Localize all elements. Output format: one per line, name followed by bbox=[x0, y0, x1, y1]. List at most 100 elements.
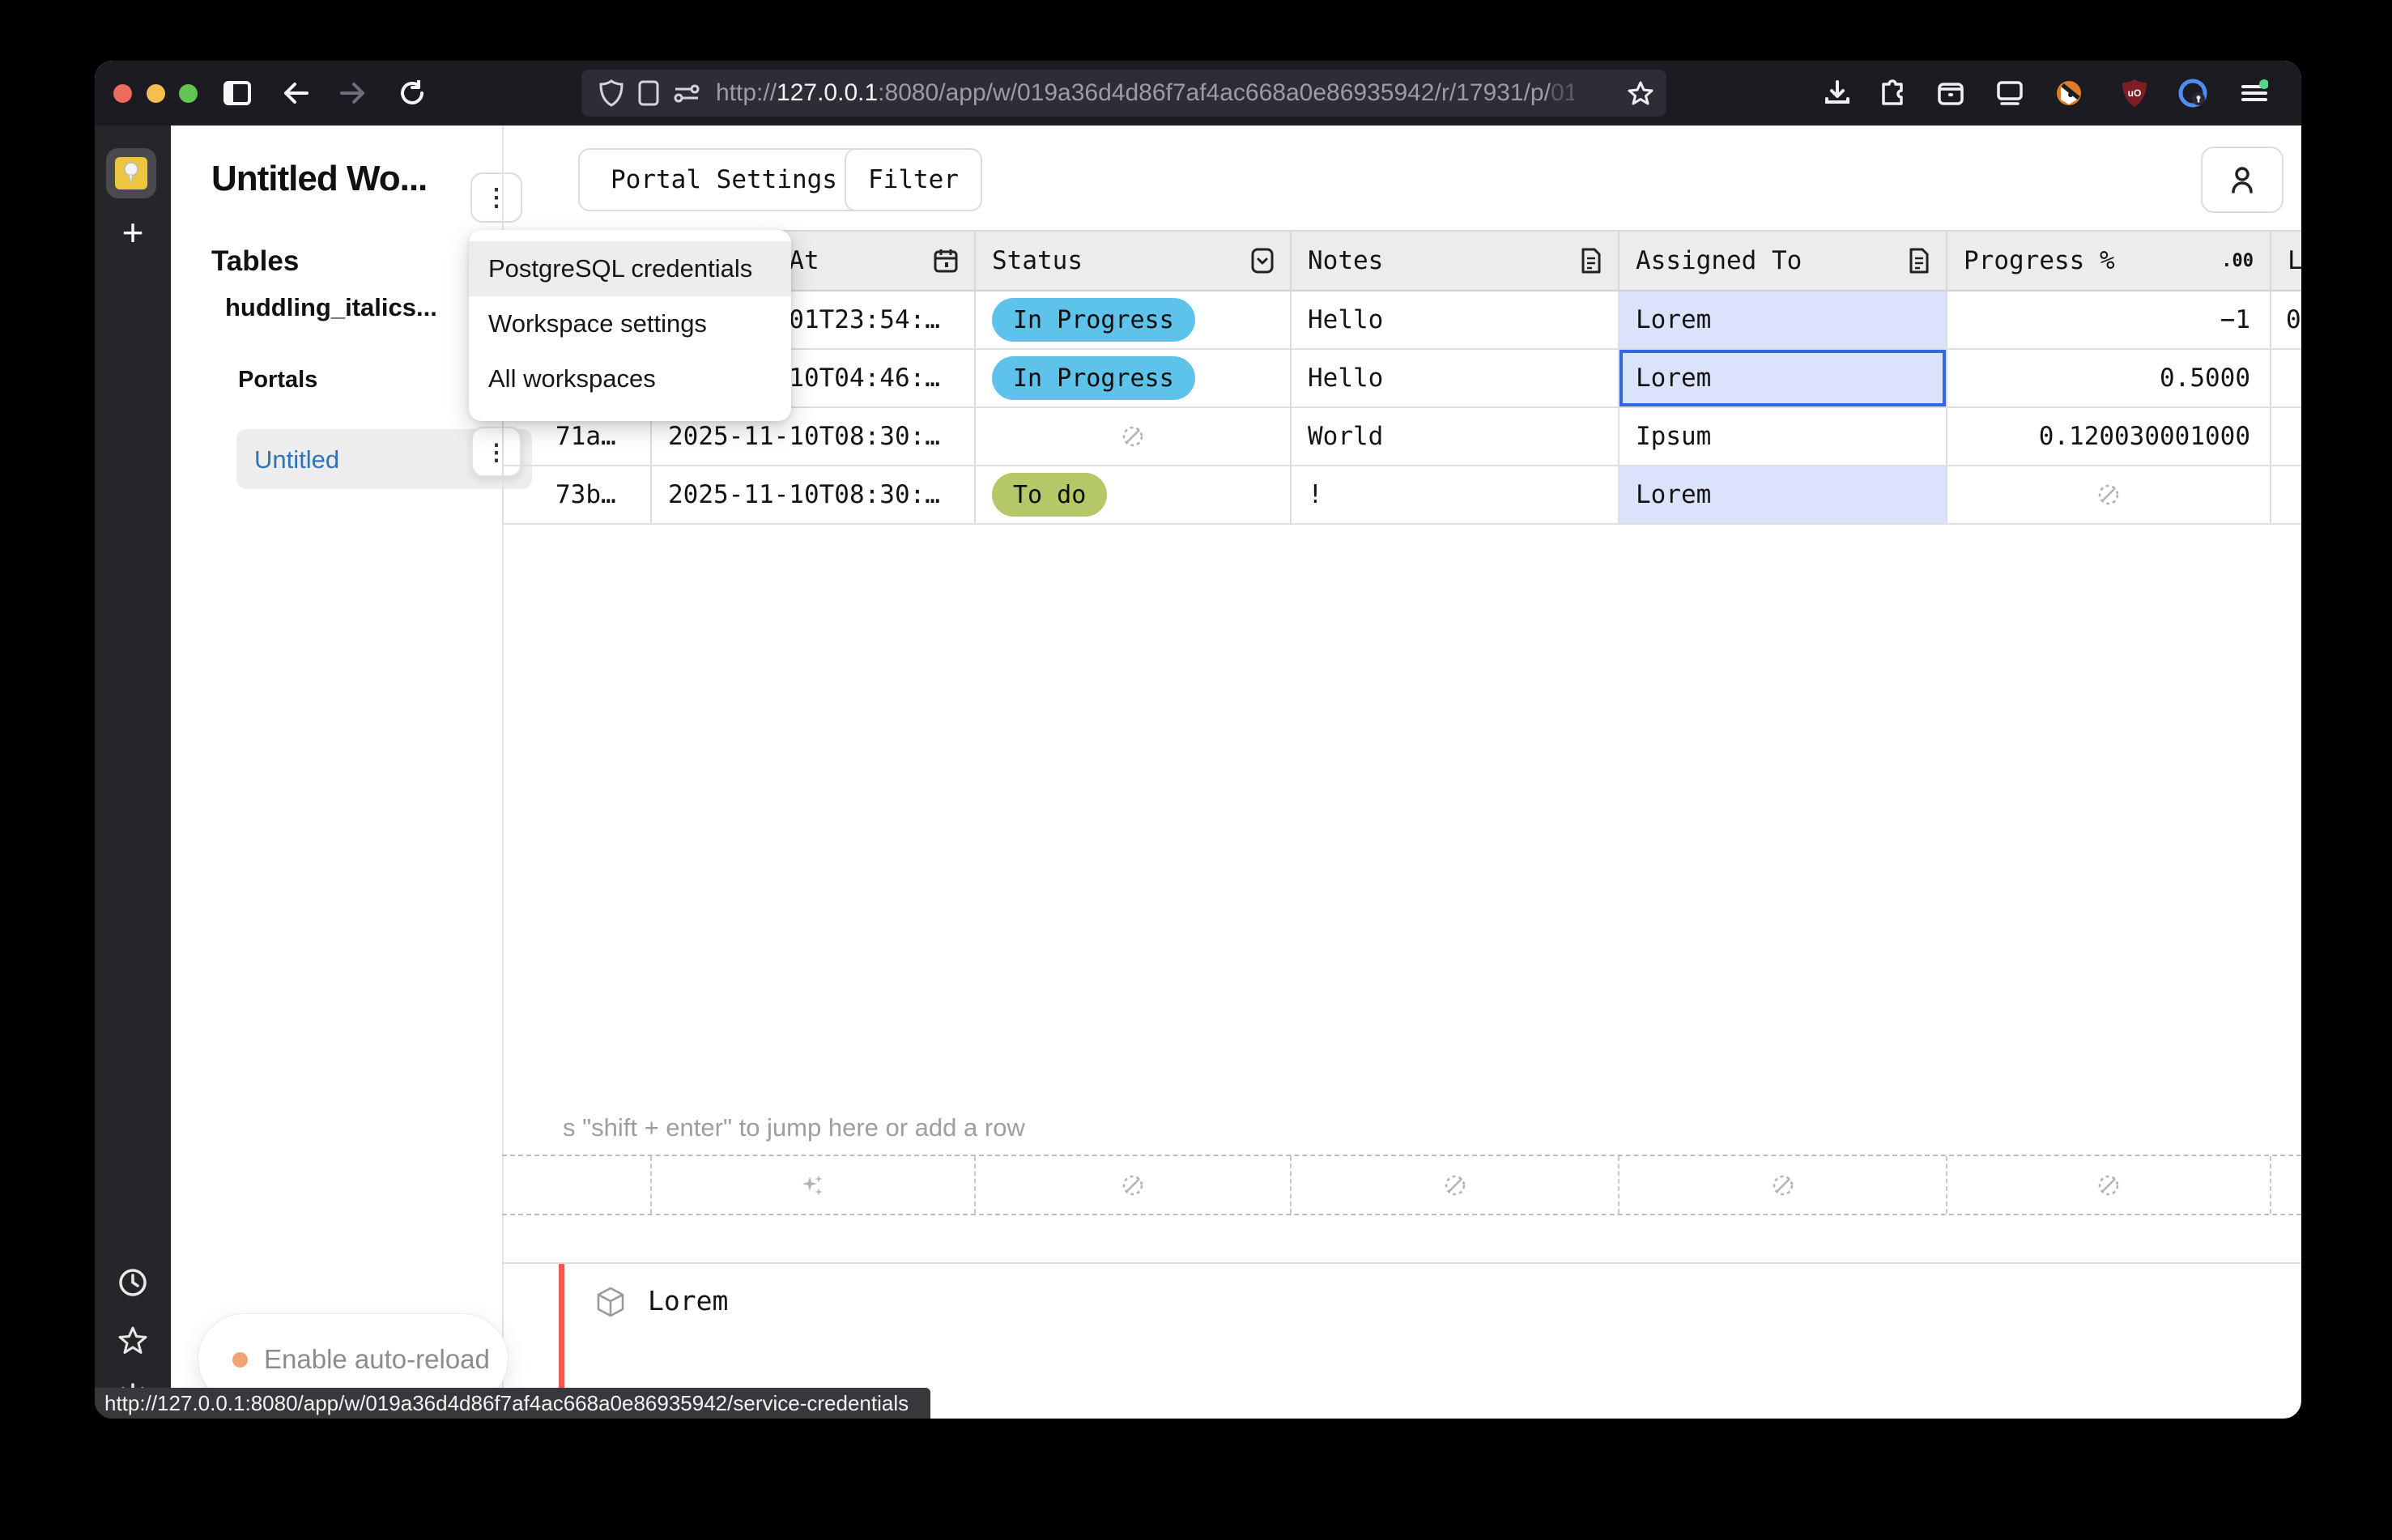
new-cell-progress[interactable] bbox=[1947, 1156, 2271, 1214]
cell-progress[interactable]: 0.120030001000 bbox=[1947, 408, 2271, 466]
url-text[interactable]: http://127.0.0.1:8080/app/w/019a36d4d86f… bbox=[716, 79, 1574, 107]
new-cell-created-at[interactable] bbox=[652, 1156, 976, 1214]
bookmark-star-icon[interactable] bbox=[1628, 80, 1654, 106]
container-box-icon[interactable] bbox=[1934, 77, 1968, 109]
text-field-icon bbox=[1909, 248, 1930, 274]
add-row-hint: s "shift + enter" to jump here or add a … bbox=[563, 1113, 1025, 1142]
portal-settings-label: Portal Settings bbox=[611, 165, 837, 194]
cell-status[interactable]: In Progress bbox=[976, 350, 1292, 408]
screenshot-tool-icon[interactable] bbox=[1993, 77, 2027, 109]
maximize-window-button[interactable] bbox=[179, 84, 198, 103]
workspace-app-icon[interactable] bbox=[106, 148, 156, 198]
filter-button[interactable]: Filter bbox=[845, 148, 982, 211]
favorites-star-icon[interactable] bbox=[95, 1325, 171, 1356]
status-url-text: http://127.0.0.1:8080/app/w/019a36d4d86f… bbox=[104, 1391, 909, 1416]
cell-status[interactable]: In Progress bbox=[976, 291, 1292, 350]
minimize-window-button[interactable] bbox=[147, 84, 165, 103]
cell-last[interactable] bbox=[2271, 466, 2301, 525]
column-header-status[interactable]: Status bbox=[976, 230, 1292, 291]
sidebar-toggle-icon[interactable] bbox=[221, 77, 253, 109]
filter-label: Filter bbox=[868, 165, 959, 194]
permissions-toggles-icon[interactable] bbox=[674, 83, 700, 104]
workspace-context-menu: PostgreSQL credentials Workspace setting… bbox=[469, 230, 791, 421]
auto-generate-sparkle-icon bbox=[799, 1172, 827, 1199]
cell-created-at[interactable]: 2025-11-10T08:30:… bbox=[652, 466, 976, 525]
reload-button[interactable] bbox=[396, 77, 428, 109]
portal-settings-button[interactable]: Portal Settings bbox=[578, 148, 870, 211]
cell-status-empty[interactable] bbox=[976, 408, 1292, 466]
link-target-statusbar: http://127.0.0.1:8080/app/w/019a36d4d86f… bbox=[95, 1388, 930, 1419]
cell-notes[interactable]: ! bbox=[1292, 466, 1619, 525]
status-pill-in-progress[interactable]: In Progress bbox=[992, 298, 1195, 342]
downloads-icon[interactable] bbox=[1820, 77, 1854, 109]
browser-window: http://127.0.0.1:8080/app/w/019a36d4d86f… bbox=[95, 61, 2301, 1419]
app-menu-icon[interactable] bbox=[2237, 77, 2271, 109]
url-bar[interactable]: http://127.0.0.1:8080/app/w/019a36d4d86f… bbox=[581, 70, 1666, 117]
cell-status[interactable]: To do bbox=[976, 466, 1292, 525]
new-row-placeholder[interactable] bbox=[502, 1155, 2301, 1215]
extensions-icon[interactable] bbox=[1875, 77, 1909, 109]
cell-notes[interactable]: Hello bbox=[1292, 350, 1619, 408]
menu-item-all-workspaces[interactable]: All workspaces bbox=[469, 351, 791, 406]
null-value-icon bbox=[1443, 1173, 1467, 1198]
back-button[interactable] bbox=[279, 77, 312, 109]
app-rail: + bbox=[95, 125, 171, 1419]
null-value-icon bbox=[2096, 1173, 2121, 1198]
new-cell-last[interactable] bbox=[2271, 1156, 2301, 1214]
history-clock-icon[interactable] bbox=[95, 1267, 171, 1298]
cell-id[interactable]: 73b… bbox=[502, 466, 652, 525]
menu-item-postgresql-credentials[interactable]: PostgreSQL credentials bbox=[469, 241, 791, 296]
null-value-icon bbox=[1121, 1173, 1145, 1198]
workspace-menu-button[interactable]: ⋮ bbox=[470, 172, 522, 223]
add-workspace-button[interactable]: + bbox=[95, 211, 171, 254]
text-field-icon bbox=[1581, 248, 1602, 274]
status-pill-to-do[interactable]: To do bbox=[992, 473, 1107, 517]
sidebar-item-portal-untitled[interactable]: Untitled ⋮ bbox=[236, 429, 532, 489]
cell-last[interactable] bbox=[2271, 408, 2301, 466]
cell-progress[interactable]: 0.5000 bbox=[1947, 350, 2271, 408]
cell-assigned-to-selected[interactable]: Lorem bbox=[1619, 350, 1947, 408]
calendar-icon bbox=[934, 248, 958, 274]
column-header-progress[interactable]: Progress % .00 bbox=[1947, 230, 2271, 291]
forward-button[interactable] bbox=[337, 77, 369, 109]
cell-assigned-to[interactable]: Lorem bbox=[1619, 291, 1947, 350]
close-window-button[interactable] bbox=[113, 84, 132, 103]
page-info-icon[interactable] bbox=[638, 80, 659, 106]
record-title[interactable]: Lorem bbox=[648, 1285, 728, 1317]
shield-icon[interactable] bbox=[599, 79, 624, 107]
null-value-icon bbox=[2096, 483, 2121, 507]
url-path: :8080/app/w/019a36d4d86f7af4ac668a0e8693… bbox=[878, 79, 1551, 106]
column-header-notes[interactable]: Notes bbox=[1292, 230, 1619, 291]
status-pill-in-progress[interactable]: In Progress bbox=[992, 356, 1195, 400]
ublock-origin-icon[interactable]: uO bbox=[2117, 77, 2152, 109]
cell-notes[interactable]: World bbox=[1292, 408, 1619, 466]
column-header-assigned-to[interactable]: Assigned To bbox=[1619, 230, 1947, 291]
new-cell-notes[interactable] bbox=[1292, 1156, 1619, 1214]
browser-toolbar: http://127.0.0.1:8080/app/w/019a36d4d86f… bbox=[95, 61, 2301, 125]
null-value-icon bbox=[1121, 424, 1145, 449]
record-cube-icon bbox=[596, 1287, 625, 1317]
url-tail: 019a4 bbox=[1551, 79, 1574, 106]
cell-progress[interactable]: −1 bbox=[1947, 291, 2271, 350]
cell-notes[interactable]: Hello bbox=[1292, 291, 1619, 350]
cell-last[interactable] bbox=[2271, 350, 2301, 408]
password-manager-icon[interactable] bbox=[2176, 77, 2210, 109]
url-scheme: http:// bbox=[716, 79, 777, 106]
new-cell-id[interactable] bbox=[502, 1156, 652, 1214]
column-header-last[interactable]: L bbox=[2271, 230, 2301, 291]
menu-item-workspace-settings[interactable]: Workspace settings bbox=[469, 296, 791, 351]
cell-assigned-to[interactable]: Ipsum bbox=[1619, 408, 1947, 466]
null-value-icon bbox=[1771, 1173, 1795, 1198]
cell-assigned-to[interactable]: Lorem bbox=[1619, 466, 1947, 525]
new-cell-assigned-to[interactable] bbox=[1619, 1156, 1947, 1214]
sidebar-item-table[interactable]: huddling_italics... bbox=[225, 293, 437, 322]
workspace-title: Untitled Wo... bbox=[211, 159, 427, 199]
cell-last[interactable]: 0 bbox=[2271, 291, 2301, 350]
url-host: 127.0.0.1 bbox=[777, 79, 878, 106]
portal-item-label[interactable]: Untitled bbox=[254, 445, 339, 474]
new-cell-status[interactable] bbox=[976, 1156, 1292, 1214]
cell-progress-empty[interactable] bbox=[1947, 466, 2271, 525]
user-button[interactable] bbox=[2201, 147, 2283, 213]
privacy-badger-icon[interactable] bbox=[2052, 77, 2086, 109]
record-panel-divider bbox=[502, 1262, 2301, 1264]
